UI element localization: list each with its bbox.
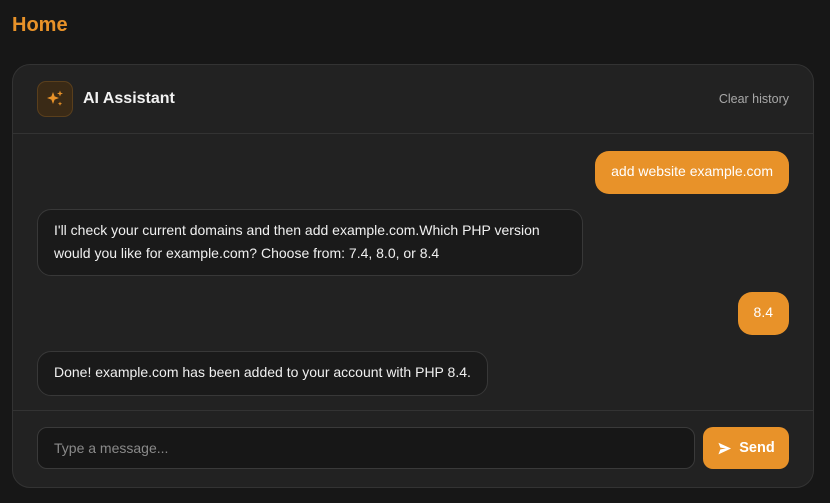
send-icon (717, 441, 732, 456)
user-message: add website example.com (595, 151, 789, 194)
assistant-message: Done! example.com has been added to your… (37, 351, 488, 396)
assistant-message: I'll check your current domains and then… (37, 209, 583, 276)
page-title: Home (12, 14, 68, 36)
message-list: add website example.com I'll check your … (13, 135, 813, 412)
sparkles-icon (37, 81, 73, 117)
assistant-title: AI Assistant (83, 90, 175, 107)
user-message: 8.4 (737, 292, 789, 335)
clear-history-button[interactable]: Clear history (719, 91, 789, 107)
message-composer: Send (13, 410, 813, 487)
message-input[interactable] (37, 427, 695, 469)
chat-header: AI Assistant Clear history (13, 65, 813, 134)
assistant-chat-panel: AI Assistant Clear history add website e… (12, 64, 814, 488)
send-button-label: Send (739, 440, 775, 456)
send-button[interactable]: Send (703, 427, 789, 469)
